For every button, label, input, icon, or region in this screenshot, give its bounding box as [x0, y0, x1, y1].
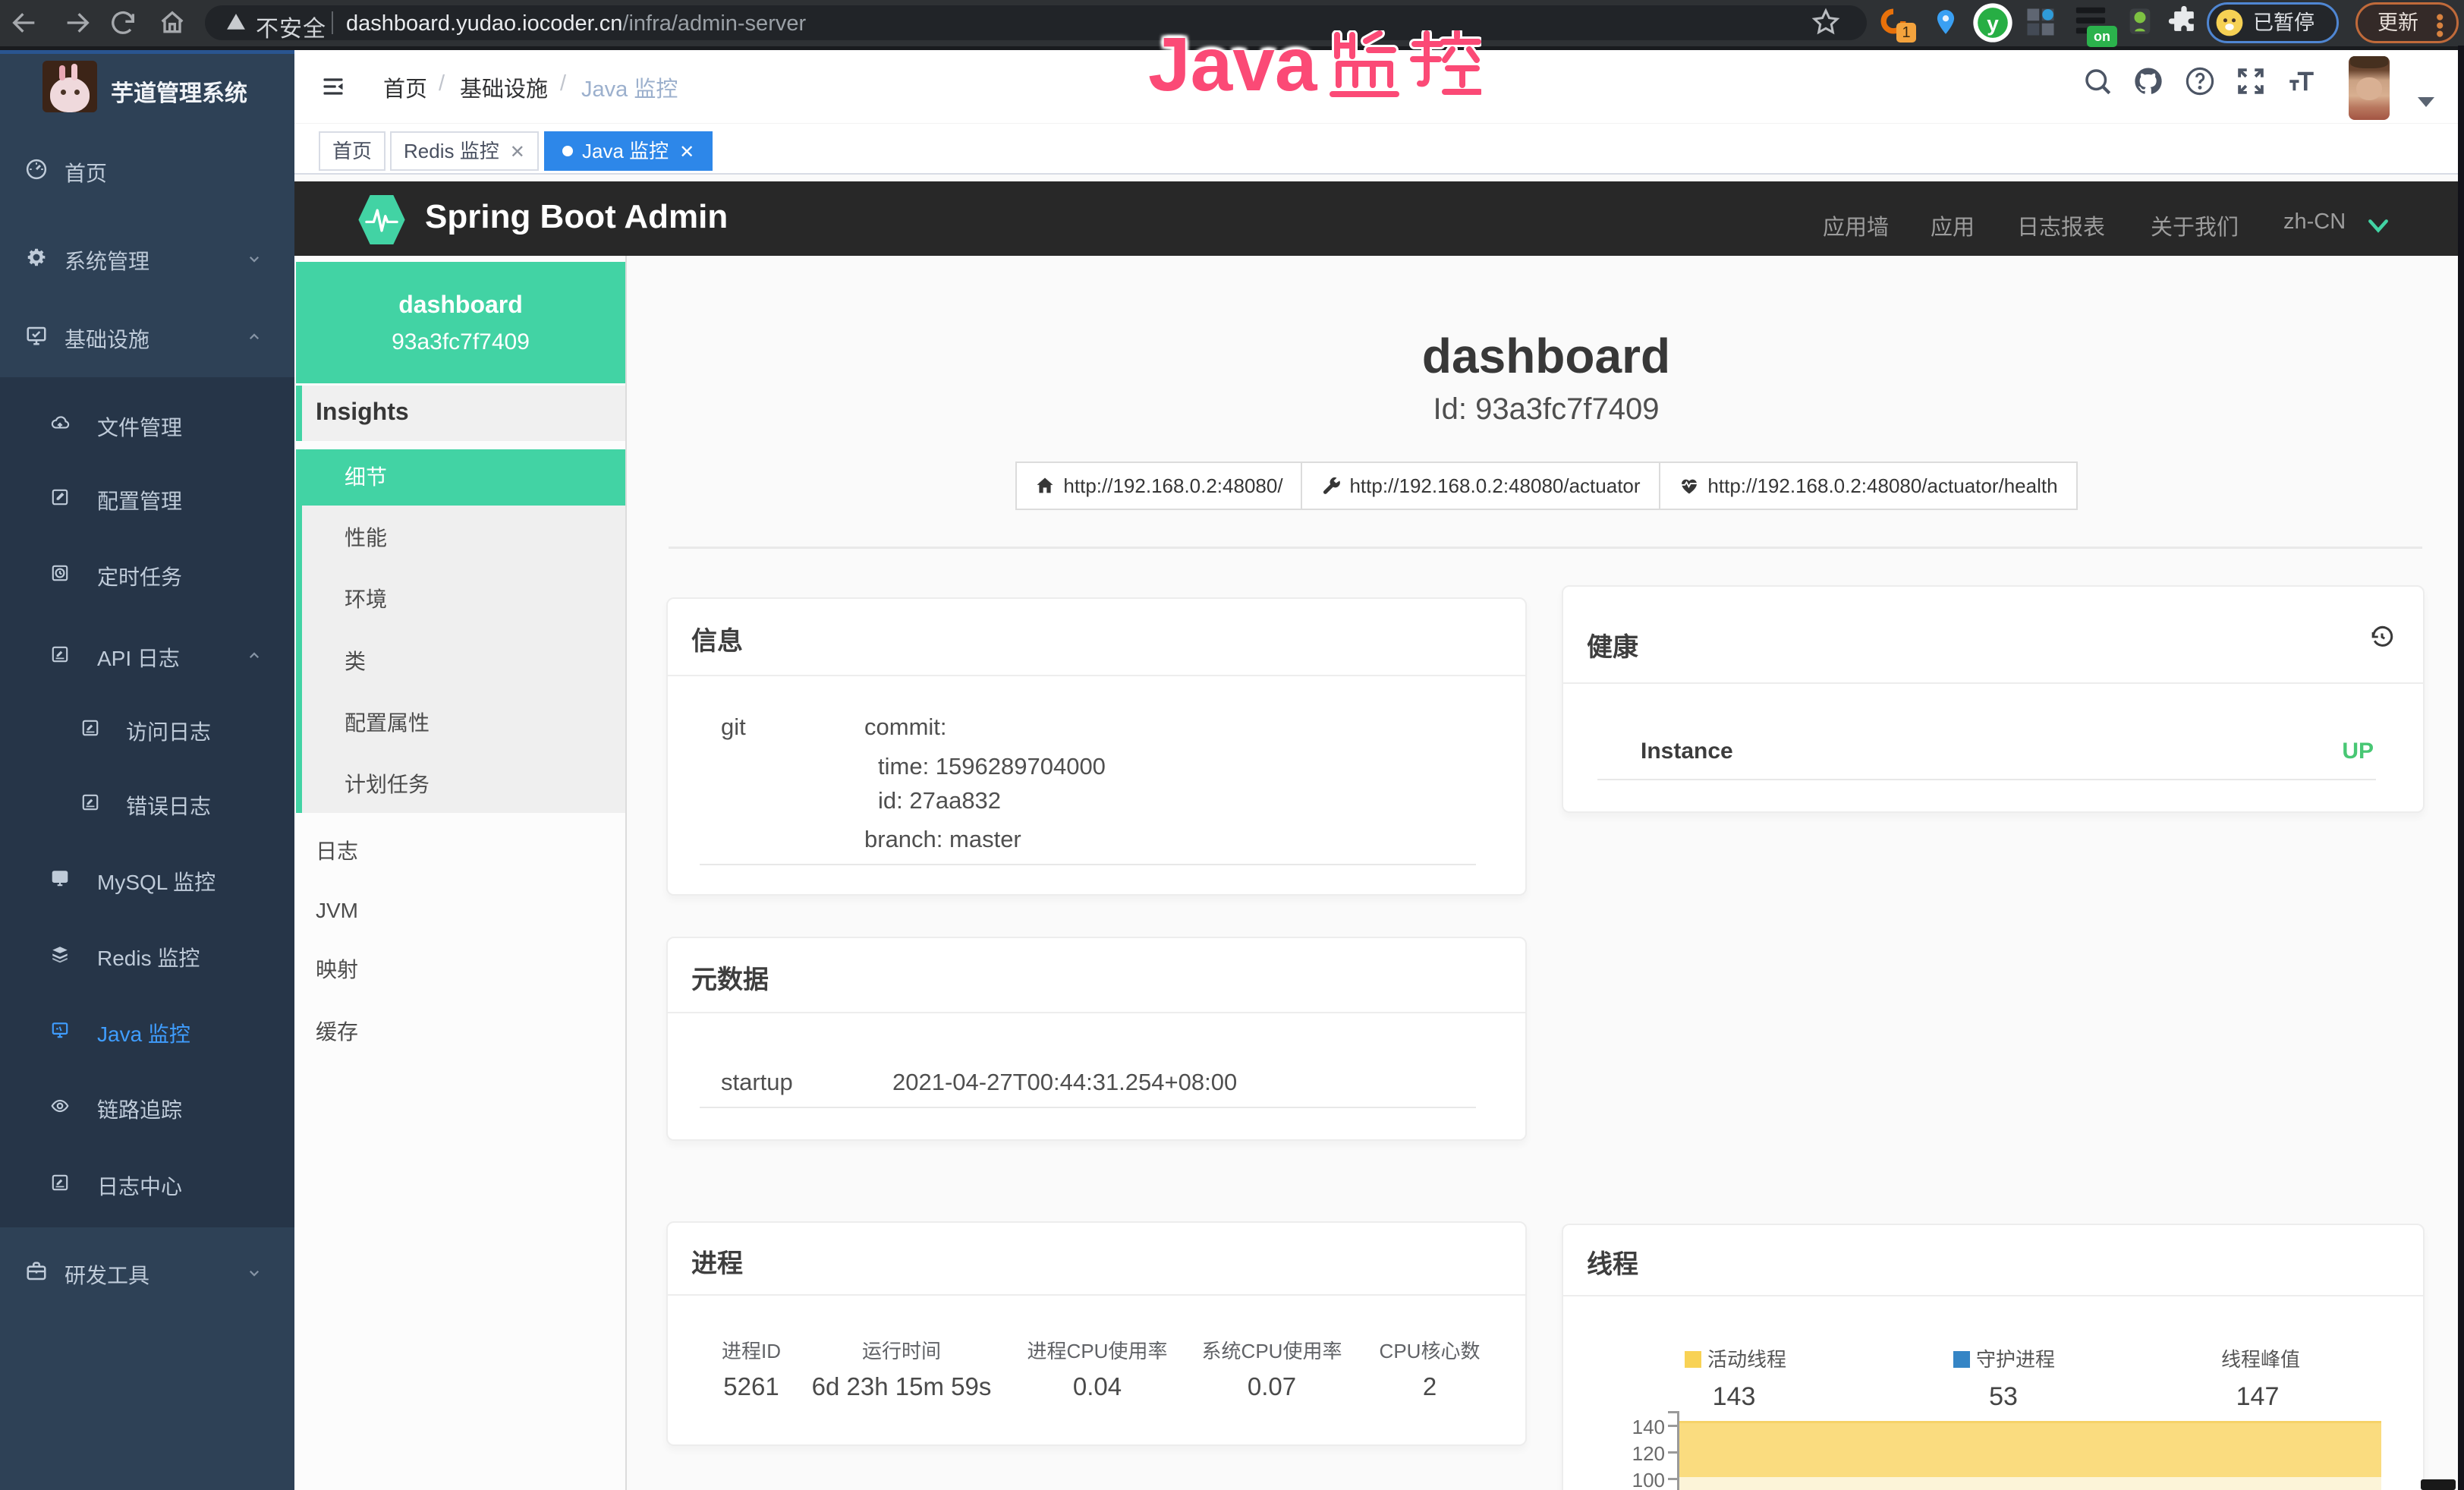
svg-text:y: y [1987, 12, 1999, 36]
